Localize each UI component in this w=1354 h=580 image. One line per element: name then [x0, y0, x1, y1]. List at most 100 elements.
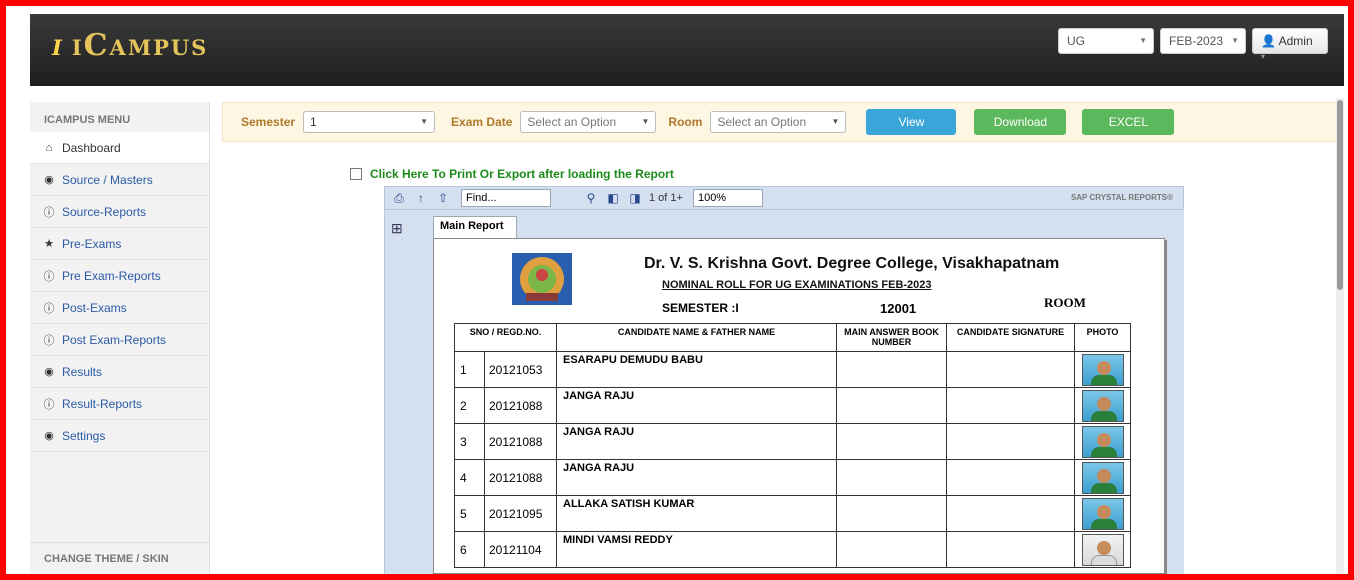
chevron-down-icon: ▾ — [1261, 52, 1266, 61]
photo-body — [1090, 446, 1117, 457]
tab-main-report[interactable]: Main Report — [433, 216, 517, 238]
regd-no-cell: 20121088 — [484, 423, 557, 460]
up-icon[interactable]: ↑ — [413, 191, 429, 205]
first-page-icon[interactable]: ◧ — [605, 191, 621, 205]
page-frame: i iCampus UG ▼ FEB-2023 ▼ 👤 Admin ▾ ICAMPUS… — [0, 0, 1354, 580]
sidebar-item-label: Dashboard — [62, 140, 121, 155]
admin-menu-button[interactable]: 👤 Admin ▾ — [1252, 28, 1328, 61]
answer-book-cell — [836, 423, 947, 460]
photo-body — [1090, 518, 1117, 529]
eye-icon: ◉ — [44, 430, 54, 442]
chevron-down-icon: ▼ — [1139, 36, 1147, 45]
eye-icon: ◉ — [44, 174, 54, 186]
report-page: Dr. V. S. Krishna Govt. Degree College, … — [433, 238, 1165, 574]
page-scrollbar[interactable] — [1336, 98, 1344, 574]
table-row: 5 20121095 ALLAKA SATISH KUMAR — [454, 495, 1131, 532]
info-icon: ⓘ — [43, 398, 55, 411]
download-button[interactable]: Download — [974, 109, 1067, 135]
semester-label: Semester — [241, 115, 296, 129]
sno-cell: 5 — [454, 495, 485, 532]
photo-face — [1096, 504, 1111, 519]
room-label: Room — [668, 115, 703, 129]
col-sno-regd: SNO / REGD.NO. — [454, 323, 557, 352]
table-row: 2 20121088 JANGA RAJU — [454, 387, 1131, 424]
group-tree-icon[interactable]: ⊞ — [391, 220, 403, 237]
excel-button[interactable]: EXCEL — [1082, 109, 1175, 135]
program-value: UG — [1067, 34, 1085, 48]
info-icon: ⓘ — [43, 302, 55, 315]
app-window: i iCampus UG ▼ FEB-2023 ▼ 👤 Admin ▾ ICAMPUS… — [14, 14, 1344, 574]
print-icon[interactable]: ⎙ — [391, 191, 407, 205]
exam-date-select[interactable]: Select an Option ▼ — [520, 111, 657, 133]
table-header-row: SNO / REGD.NO. CANDIDATE NAME & FATHER N… — [454, 323, 1131, 352]
signature-cell — [946, 495, 1075, 532]
sidebar-item-result-reports[interactable]: ⓘ Result-Reports — [30, 388, 209, 420]
logo-i: i — [52, 28, 64, 63]
sidebar-item-results[interactable]: ◉ Results — [30, 356, 209, 388]
signature-cell — [946, 387, 1075, 424]
signature-cell — [946, 423, 1075, 460]
sidebar-item-pre-exam-reports[interactable]: ⓘ Pre Exam-Reports — [30, 260, 209, 292]
scrollbar-thumb[interactable] — [1337, 100, 1343, 290]
answer-book-cell — [836, 459, 947, 496]
sidebar-item-label: Result-Reports — [62, 396, 143, 411]
answer-book-cell — [836, 495, 947, 532]
user-icon: 👤 — [1261, 34, 1276, 48]
semester-select[interactable]: 1 ▼ — [303, 111, 436, 133]
answer-book-cell — [836, 531, 947, 568]
chevron-down-icon: ▼ — [420, 117, 429, 126]
program-select[interactable]: UG ▼ — [1058, 28, 1154, 54]
sidebar-item-settings[interactable]: ◉ Settings — [30, 420, 209, 452]
sidebar-header: ICAMPUS MENU — [44, 114, 131, 126]
signature-cell — [946, 459, 1075, 496]
sidebar-item-dashboard[interactable]: ⌂ Dashboard — [30, 132, 209, 164]
export-icon[interactable]: ⇧ — [435, 191, 451, 205]
photo-body — [1090, 410, 1117, 421]
view-button[interactable]: View — [866, 109, 957, 135]
sidebar-item-label: Results — [62, 364, 103, 379]
sidebar-item-post-exam-reports[interactable]: ⓘ Post Exam-Reports — [30, 324, 209, 356]
sno-cell: 4 — [454, 459, 485, 496]
candidate-name-cell: JANGA RAJU — [556, 459, 837, 496]
info-icon: ⓘ — [43, 334, 55, 347]
sidebar-item-post-exams[interactable]: ⓘ Post-Exams — [30, 292, 209, 324]
candidate-name-cell: ALLAKA SATISH KUMAR — [556, 495, 837, 532]
filter-bar: Semester 1 ▼ Exam Date Select an Option ▼ … — [222, 102, 1344, 142]
regd-no-cell: 20121088 — [484, 459, 557, 496]
find-input[interactable]: Find... — [461, 189, 551, 207]
col-answer-book: MAIN ANSWER BOOK NUMBER — [836, 323, 947, 352]
candidate-name-cell: JANGA RAJU — [556, 423, 837, 460]
sidebar-item-source-reports[interactable]: ⓘ Source-Reports — [30, 196, 209, 228]
export-label[interactable]: Click Here To Print Or Export after load… — [370, 167, 674, 181]
sidebar: ICAMPUS MENU ⌂ Dashboard ◉ Source / Masters… — [30, 102, 210, 574]
info-icon: ⓘ — [43, 270, 55, 283]
export-checkbox[interactable] — [350, 168, 362, 180]
exam-date-value: Select an Option — [527, 115, 617, 129]
candidate-photo — [1081, 353, 1124, 386]
app-logo[interactable]: i iCampus — [52, 28, 208, 63]
binoculars-icon[interactable]: ⚲ — [583, 191, 599, 205]
zoom-select[interactable]: 100% — [692, 189, 763, 207]
zoom-value: 100% — [697, 192, 727, 204]
table-row: 6 20121104 MINDI VAMSI REDDY — [454, 531, 1131, 568]
sno-cell: 6 — [454, 531, 485, 568]
report-toolbar: ⎙ ↑ ⇧ Find... ⚲ ◧ ◨ 1 of 1+ 100% SAP CRY… — [384, 186, 1184, 210]
sidebar-item-label: Source / Masters — [62, 172, 153, 187]
sno-cell: 2 — [454, 387, 485, 424]
candidate-name-cell: JANGA RAJU — [556, 387, 837, 424]
chevron-down-icon: ▼ — [1231, 36, 1239, 45]
exam-session-select[interactable]: FEB-2023 ▼ — [1160, 28, 1246, 54]
candidate-photo — [1081, 425, 1124, 458]
room-number: 12001 — [880, 301, 917, 316]
regd-no-cell: 20121104 — [484, 531, 557, 568]
sidebar-item-source-masters[interactable]: ◉ Source / Masters — [30, 164, 209, 196]
prev-page-icon[interactable]: ◨ — [627, 191, 643, 205]
room-select[interactable]: Select an Option ▼ — [710, 111, 847, 133]
sidebar-item-label: Post-Exams — [62, 300, 127, 315]
semester-text: SEMESTER :I — [662, 301, 739, 315]
navbar-controls: UG ▼ FEB-2023 ▼ 👤 Admin ▾ — [1058, 28, 1328, 61]
change-theme-link[interactable]: CHANGE THEME / SKIN — [30, 542, 210, 574]
sidebar-item-pre-exams[interactable]: ★ Pre-Exams — [30, 228, 209, 260]
college-name: Dr. V. S. Krishna Govt. Degree College, … — [644, 255, 1060, 272]
photo-cell — [1074, 531, 1131, 568]
